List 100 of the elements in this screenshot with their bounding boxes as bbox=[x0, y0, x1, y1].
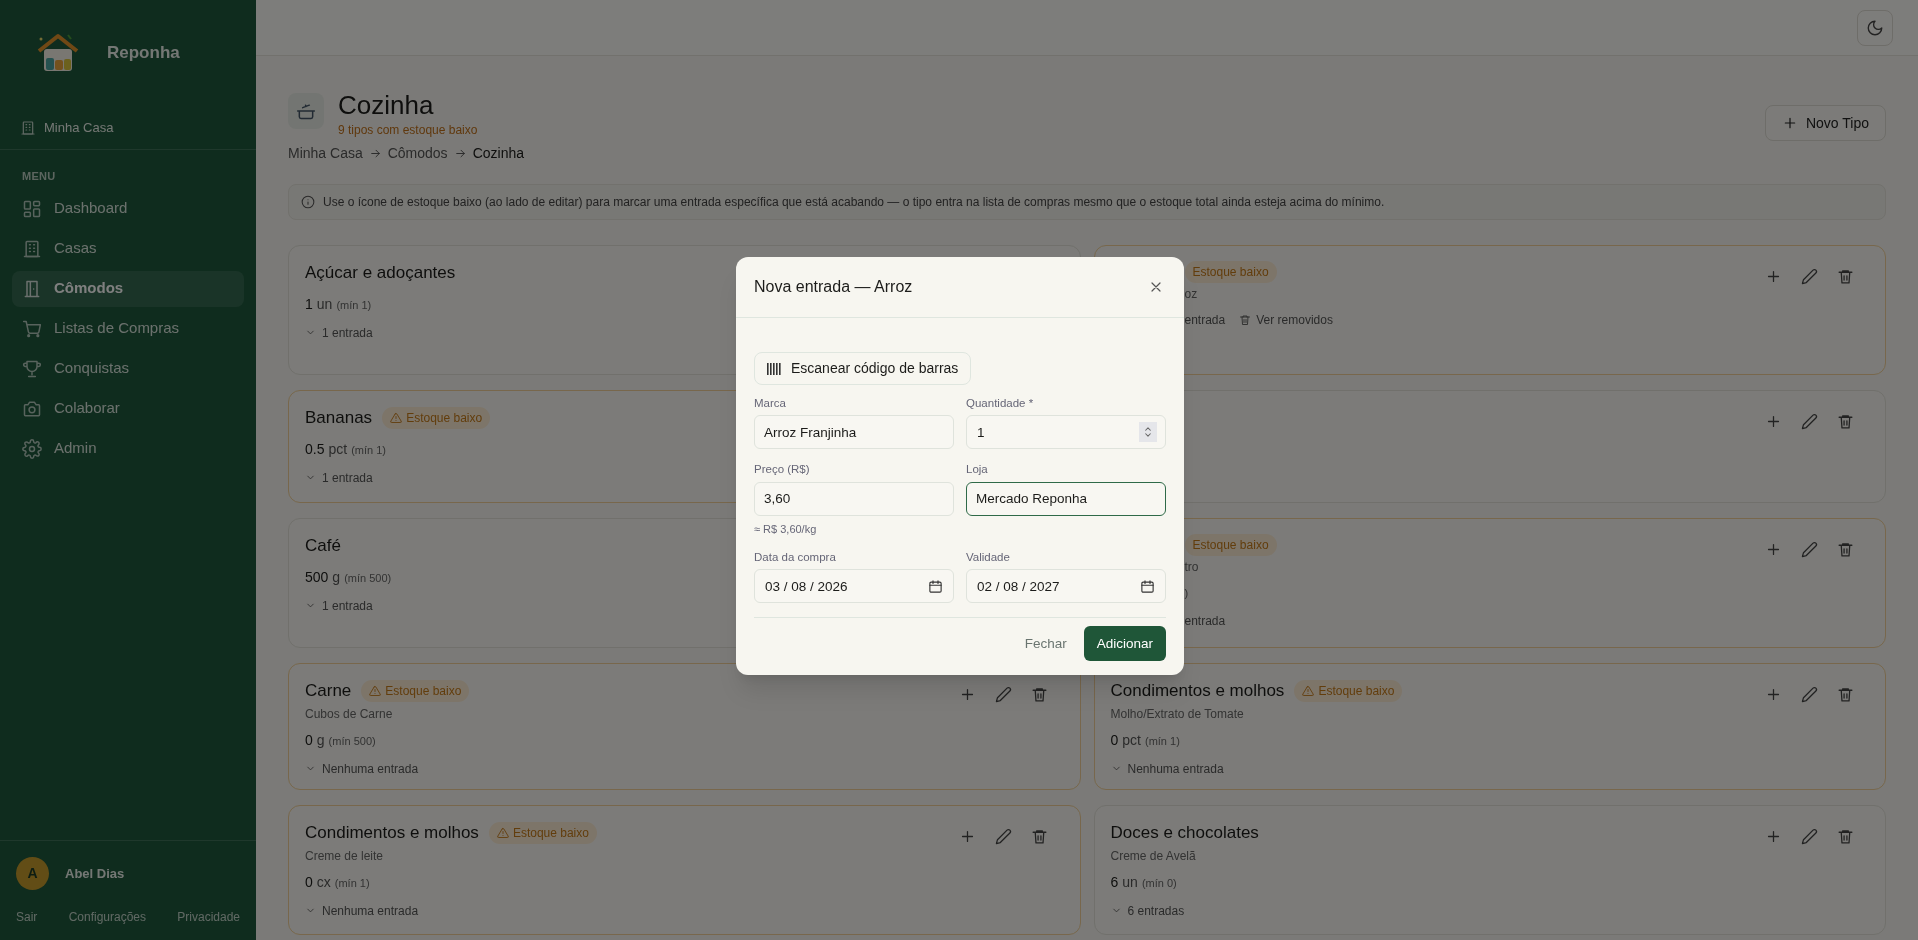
nav-item[interactable]: Listas de Compras bbox=[12, 310, 244, 347]
page-subtitle: 9 tipos com estoque baixo bbox=[338, 122, 478, 139]
house-logo-drawing bbox=[35, 33, 81, 73]
item-unit: pct bbox=[328, 439, 348, 459]
item-amount: 0.5 bbox=[305, 439, 325, 459]
item-amount: 1 bbox=[305, 294, 313, 314]
dialog-title: Nova entrada — Arroz bbox=[754, 277, 913, 297]
close-text-button[interactable]: Fechar bbox=[1024, 633, 1067, 654]
arrow-icon bbox=[368, 147, 382, 160]
brand-name: Reponha bbox=[107, 42, 180, 65]
entries-toggle[interactable]: 1 entrada bbox=[305, 324, 373, 341]
item-name: Café bbox=[305, 535, 341, 557]
item-minimum: (mín 500) bbox=[328, 733, 376, 749]
item-minimum: (mín 0) bbox=[1141, 875, 1177, 891]
warning-icon bbox=[369, 684, 382, 697]
removed-link[interactable]: Ver removidos bbox=[1239, 312, 1333, 328]
dashboard-icon bbox=[22, 198, 42, 219]
item-name: Condimentos e molhos bbox=[1110, 680, 1285, 702]
item-unit: g bbox=[332, 567, 341, 587]
entries-toggle[interactable]: 1 entrada bbox=[305, 597, 373, 614]
input-field[interactable]: 3,60 bbox=[754, 481, 954, 516]
breadcrumb-link[interactable]: Cômodos bbox=[387, 143, 448, 164]
field-label: Data da compra bbox=[754, 550, 837, 565]
date-field[interactable]: 03 / 08 / 2026 bbox=[755, 570, 928, 603]
item-subtitle: oz bbox=[1184, 286, 1199, 302]
item-unit: pct bbox=[1122, 730, 1141, 750]
item-unit: g bbox=[316, 730, 325, 750]
info-text: Use o ícone de estoque baixo (ao lado de editar) para marcar uma entrada específica que está acabando — o tipo entra na lista de compras mesmo que o estoque total ainda esteja acima do mínimo. bbox=[323, 194, 1385, 211]
item-amount: 0 bbox=[1110, 730, 1119, 750]
edit-button[interactable] bbox=[1799, 826, 1819, 846]
breadcrumb-link[interactable]: Cozinha bbox=[472, 143, 524, 164]
warning-icon bbox=[496, 826, 509, 839]
moon-icon bbox=[1866, 18, 1884, 37]
edit-button[interactable] bbox=[993, 684, 1014, 704]
entries-toggle[interactable]: Nenhuma entrada bbox=[1110, 760, 1224, 777]
nav-item[interactable]: Casas bbox=[12, 230, 244, 267]
scan-barcode-button[interactable]: Escanear código de barras bbox=[754, 352, 972, 385]
building-icon bbox=[22, 238, 42, 259]
footer-link[interactable]: Sair bbox=[16, 908, 38, 926]
edit-icon bbox=[1800, 540, 1818, 558]
edit-button[interactable] bbox=[993, 826, 1014, 846]
new-type-button[interactable]: Novo Tipo bbox=[1764, 105, 1886, 141]
entries-toggle[interactable]: 6 entradas bbox=[1110, 902, 1185, 919]
item-amount: 6 bbox=[1110, 872, 1119, 892]
edit-button[interactable] bbox=[1799, 411, 1819, 431]
nav-item[interactable]: Conquistas bbox=[12, 350, 244, 387]
date-field[interactable]: 02 / 08 / 2027 bbox=[966, 569, 1166, 604]
trophy-icon bbox=[22, 358, 42, 379]
pot-icon bbox=[296, 101, 316, 121]
spinner-control[interactable] bbox=[1139, 422, 1157, 443]
nav-item[interactable]: Colaborar bbox=[12, 390, 244, 427]
item-minimum: ) bbox=[1184, 586, 1189, 601]
edit-button[interactable] bbox=[1799, 684, 1819, 704]
field-label: Marca bbox=[754, 396, 787, 411]
entries-toggle[interactable]: Nenhuma entrada bbox=[305, 902, 419, 919]
item-subtitle: Cubos de Carne bbox=[305, 705, 394, 722]
calendar-icon[interactable] bbox=[1140, 578, 1155, 594]
footer-link[interactable]: Configurações bbox=[68, 908, 146, 926]
price-per-unit-hint: ≈ R$ 3,60/kg bbox=[754, 521, 818, 537]
building-icon bbox=[20, 119, 36, 136]
entries-toggle[interactable]: Nenhuma entrada bbox=[305, 760, 419, 777]
add-button[interactable]: Adicionar bbox=[1083, 626, 1166, 662]
item-name: Açúcar e adoçantes bbox=[305, 262, 456, 284]
edit-icon bbox=[1800, 412, 1818, 430]
low-stock-badge: Estoque baixo bbox=[488, 821, 597, 844]
date-field[interactable]: 02 / 08 / 2027 bbox=[967, 570, 1140, 603]
theme-toggle-button[interactable] bbox=[1857, 9, 1893, 46]
avatar: A bbox=[16, 857, 49, 890]
delete-icon bbox=[1836, 827, 1854, 845]
field-label: Validade bbox=[966, 550, 1011, 565]
cart-icon bbox=[22, 318, 42, 339]
delete-icon bbox=[1836, 685, 1854, 703]
user-name: Abel Dias bbox=[65, 864, 125, 883]
item-minimum: (mín 1) bbox=[351, 442, 386, 458]
input-field[interactable]: Arroz Franjinha bbox=[754, 415, 954, 450]
delete-icon bbox=[1836, 412, 1854, 430]
entries-toggle[interactable]: entrada bbox=[1184, 312, 1226, 328]
date-field[interactable]: 03 / 08 / 2026 bbox=[754, 569, 954, 604]
nav-item[interactable]: Admin bbox=[12, 430, 244, 467]
low-stock-badge: Estoque baixo bbox=[1294, 679, 1403, 702]
breadcrumb-link[interactable]: Minha Casa bbox=[288, 143, 363, 164]
entries-toggle[interactable]: entrada bbox=[1184, 613, 1226, 629]
number-field[interactable]: 1 bbox=[966, 415, 1166, 450]
item-minimum: (mín 1) bbox=[1145, 733, 1180, 749]
item-amount: 0 bbox=[305, 730, 313, 750]
item-minimum: (mín 1) bbox=[334, 875, 370, 891]
item-minimum: (mín 1) bbox=[336, 297, 372, 313]
edit-button[interactable] bbox=[1799, 266, 1819, 286]
item-amount: 500 bbox=[305, 567, 329, 587]
number-field[interactable]: 1 bbox=[967, 416, 1139, 449]
field-label: Loja bbox=[966, 462, 989, 478]
delete-icon bbox=[1031, 685, 1048, 703]
calendar-icon[interactable] bbox=[928, 578, 943, 594]
footer-link[interactable]: Privacidade bbox=[177, 908, 240, 926]
entries-toggle[interactable]: 1 entrada bbox=[305, 469, 373, 486]
input-field[interactable]: Mercado Reponha bbox=[966, 481, 1166, 516]
edit-icon bbox=[995, 827, 1012, 845]
settings-icon bbox=[22, 438, 42, 459]
edit-button[interactable] bbox=[1799, 539, 1819, 559]
nav-item[interactable]: Dashboard bbox=[12, 190, 244, 227]
